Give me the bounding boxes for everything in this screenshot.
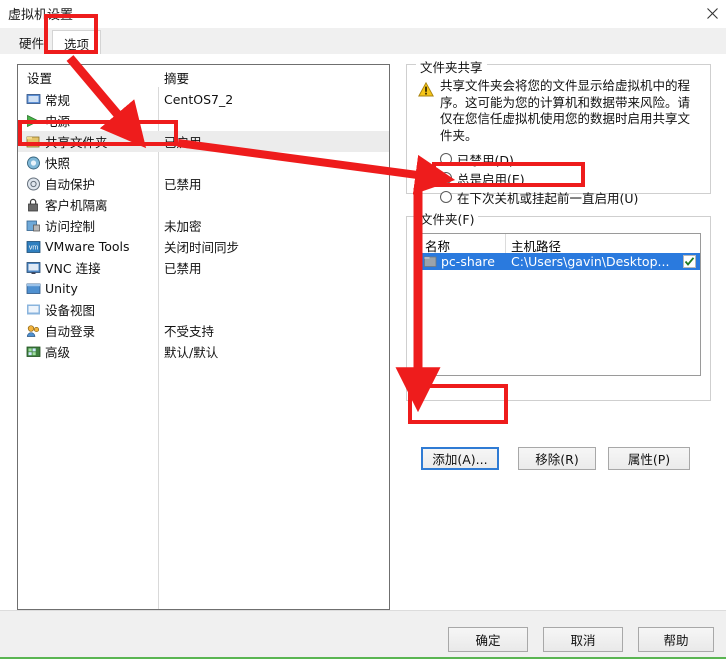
camera-icon — [27, 156, 40, 169]
settings-list-item-label: 自动登录 — [45, 324, 96, 339]
settings-list-item-summary: 关闭时间同步 — [164, 240, 240, 255]
ok-button[interactable]: 确定 — [448, 627, 528, 652]
settings-list-item-label: VNC 连接 — [45, 261, 101, 276]
title-bar: 虚拟机设置 — [0, 0, 726, 28]
device-icon — [27, 304, 40, 314]
close-glyph — [706, 7, 718, 19]
key-lock-icon — [26, 220, 40, 231]
settings-list-item[interactable]: 自动登录 不受支持 — [18, 320, 389, 341]
settings-list-item-label: 设备视图 — [45, 303, 96, 318]
radio-disabled-label: 已禁用(D) — [457, 152, 514, 168]
radio-until-shutdown-indicator — [440, 191, 452, 203]
folder-small-icon — [424, 256, 437, 267]
radio-always-enabled[interactable]: 总是启用(E) — [440, 169, 525, 187]
help-button[interactable]: 帮助 — [638, 627, 714, 652]
settings-list-item[interactable]: 共享文件夹 已启用 — [18, 131, 389, 152]
display-icon — [26, 261, 41, 274]
folders-table-header: 名称 主机路径 — [419, 234, 700, 254]
tab-strip: 硬件 选项 — [0, 28, 726, 57]
folder-row-path: C:\Users\gavin\Desktop... — [511, 254, 670, 269]
tab-options[interactable]: 选项 — [52, 30, 102, 57]
tab-hardware[interactable]: 硬件 — [8, 31, 55, 54]
settings-list-item-summary: 已禁用 — [164, 177, 202, 192]
settings-list-item-summary: 已禁用 — [164, 261, 202, 276]
settings-list-item[interactable]: 自动保护 已禁用 — [18, 173, 389, 194]
radio-until-shutdown-label: 在下次关机或挂起前一直启用(U) — [457, 190, 639, 206]
folder-icon — [26, 136, 40, 147]
folder-sharing-group: 文件夹共享 共享文件夹会将您的文件显示给虚拟机中的程序。这可能为您的计算机和数据… — [406, 57, 711, 206]
monitor-icon — [26, 93, 41, 104]
radio-disabled[interactable]: 已禁用(D) — [440, 150, 514, 168]
settings-list-item[interactable]: 常规 CentOS7_2 — [18, 89, 389, 110]
column-header-summary: 摘要 — [164, 71, 190, 86]
settings-list-item-summary: CentOS7_2 — [164, 92, 234, 107]
shield-circle-icon — [27, 177, 40, 190]
dialog-body: 设置 摘要 常规 CentOS7_2 电源 共享文件夹 已启用 快照 自动保护 已禁用 客户机隔… — [0, 54, 726, 610]
settings-list-item-label: 共享文件夹 — [45, 135, 108, 150]
close-icon[interactable] — [700, 2, 724, 24]
window-icon — [26, 283, 41, 294]
folders-title: 文件夹(F) — [416, 209, 479, 228]
folders-column-separator — [505, 234, 506, 253]
vm-icon: vm — [26, 240, 41, 253]
folders-group: 文件夹(F) 名称 主机路径 pc-share C:\Users\gavin\D… — [406, 209, 711, 401]
settings-list-item[interactable]: VNC 连接 已禁用 — [18, 257, 389, 278]
settings-list-item-summary: 未加密 — [164, 219, 202, 234]
settings-list-item[interactable]: 客户机隔离 — [18, 194, 389, 215]
vm-settings-dialog: 虚拟机设置 硬件 选项 设置 摘要 常规 CentOS7_2 电源共享文件夹 已启用快… — [0, 0, 726, 659]
settings-list-item[interactable]: 设备视图 — [18, 299, 389, 320]
cancel-button[interactable]: 取消 — [543, 627, 623, 652]
play-icon — [27, 114, 40, 127]
settings-list-item-summary: 已启用 — [164, 135, 202, 150]
settings-list-item-label: VMware Tools — [45, 239, 130, 254]
table-row[interactable]: pc-share C:\Users\gavin\Desktop... — [419, 253, 700, 270]
radio-always-enabled-indicator — [440, 172, 452, 184]
folders-table[interactable]: 名称 主机路径 pc-share C:\Users\gavin\Desktop.… — [418, 233, 701, 376]
settings-list-item[interactable]: 访问控制 未加密 — [18, 215, 389, 236]
radio-until-shutdown[interactable]: 在下次关机或挂起前一直启用(U) — [440, 188, 638, 206]
settings-list-item-label: 访问控制 — [45, 219, 96, 234]
column-header-name: 设置 — [27, 71, 53, 86]
dialog-footer: 确定 取消 帮助 — [0, 610, 726, 659]
folder-sharing-warning-text: 共享文件夹会将您的文件显示给虚拟机中的程序。这可能为您的计算机和数据带来风险。请… — [440, 78, 691, 143]
settings-list-item-label: 高级 — [45, 345, 71, 360]
settings-list-item-label: 电源 — [45, 114, 71, 129]
settings-list-item-label: Unity — [45, 281, 78, 296]
grid-icon — [26, 346, 41, 357]
settings-list-item-label: 自动保护 — [45, 177, 96, 192]
settings-list-item[interactable]: 高级 默认/默认 — [18, 341, 389, 362]
folder-sharing-title: 文件夹共享 — [416, 57, 487, 76]
settings-list-item[interactable]: Unity — [18, 278, 389, 299]
settings-list-item-summary: 不受支持 — [164, 324, 215, 339]
settings-list-item-label: 快照 — [45, 156, 71, 171]
settings-list-item[interactable]: 电源 — [18, 110, 389, 131]
checkmark-icon — [684, 257, 695, 266]
users-icon — [26, 324, 40, 337]
window-title: 虚拟机设置 — [8, 8, 74, 23]
folder-properties-button[interactable]: 属性(P) — [608, 447, 690, 470]
settings-list-item[interactable]: vm VMware Tools 关闭时间同步 — [18, 236, 389, 257]
folder-row-name: pc-share — [441, 254, 495, 269]
lock-icon — [28, 198, 38, 211]
radio-always-enabled-label: 总是启用(E) — [457, 171, 525, 187]
settings-list-item-label: 常规 — [45, 93, 71, 108]
settings-list[interactable]: 设置 摘要 常规 CentOS7_2 电源 共享文件夹 已启用 快照 自动保护 已禁用 客户机隔… — [17, 64, 390, 610]
folder-row-enabled-checkbox[interactable] — [683, 255, 696, 268]
remove-folder-button[interactable]: 移除(R) — [518, 447, 596, 470]
add-folder-button[interactable]: 添加(A)... — [421, 447, 499, 470]
settings-list-item-summary: 默认/默认 — [164, 345, 219, 360]
settings-list-item-label: 客户机隔离 — [45, 198, 108, 213]
settings-list-item[interactable]: 快照 — [18, 152, 389, 173]
settings-list-header: 设置 摘要 — [18, 65, 389, 87]
svg-text:vm: vm — [29, 244, 39, 251]
warning-triangle-icon — [418, 82, 434, 97]
radio-disabled-indicator — [440, 153, 452, 165]
